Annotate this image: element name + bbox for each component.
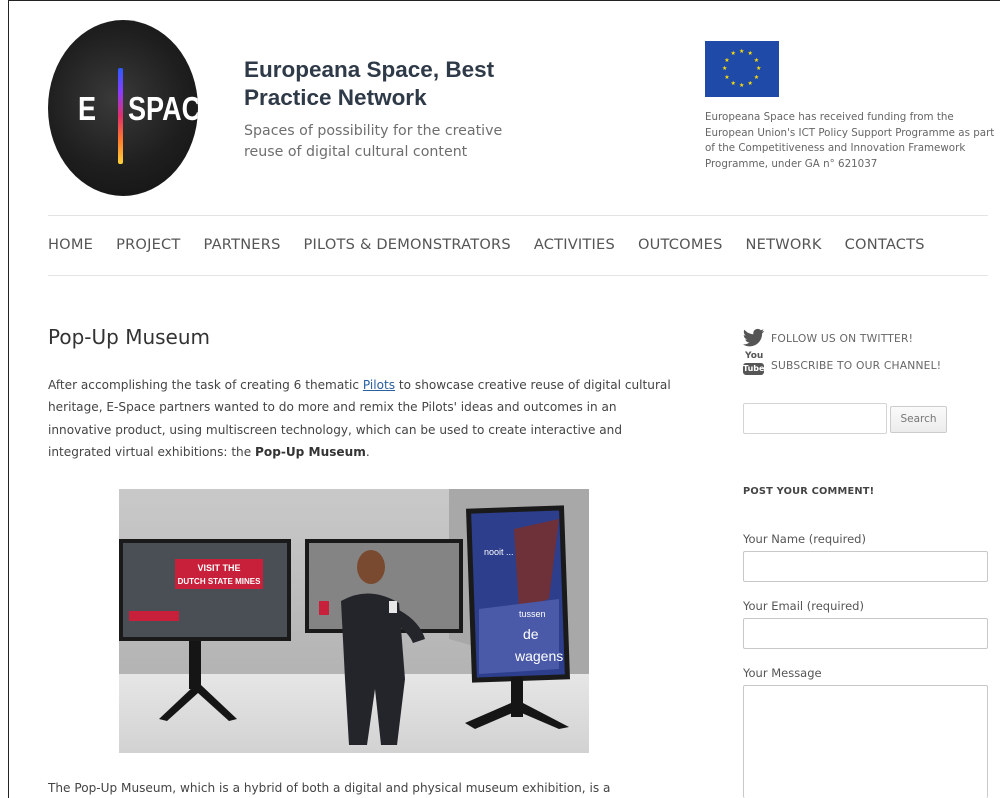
logo-letter: E bbox=[78, 90, 97, 127]
twitter-label: FOLLOW US ON TWITTER! bbox=[771, 331, 914, 345]
body-text-continuation: The Pop-Up Museum, which is a hybrid of … bbox=[48, 781, 611, 795]
search-button[interactable]: Search bbox=[890, 406, 947, 433]
page-title: Pop-Up Museum bbox=[48, 325, 211, 349]
youtube-icon: You Tube bbox=[743, 352, 765, 378]
intro-text-start: After accomplishing the task of creating… bbox=[48, 378, 363, 392]
nav-divider-top bbox=[48, 215, 988, 216]
eu-star: ★ bbox=[747, 50, 753, 58]
name-field[interactable] bbox=[743, 551, 988, 582]
nav-item-partners[interactable]: PARTNERS bbox=[204, 236, 281, 258]
email-label: Your Email (required) bbox=[743, 599, 864, 613]
screen-right-word3: de bbox=[523, 626, 539, 642]
nav-item-home[interactable]: HOME bbox=[48, 236, 93, 258]
site-title[interactable]: Europeana Space, Best Practice Network bbox=[244, 56, 544, 112]
eu-star: ★ bbox=[724, 73, 730, 81]
name-label: Your Name (required) bbox=[743, 532, 866, 546]
eu-star: ★ bbox=[730, 50, 736, 58]
screen-right-word2: tussen bbox=[519, 609, 546, 619]
site-tagline: Spaces of possibility for the creative r… bbox=[244, 123, 503, 160]
screen-right-word4: wagens bbox=[514, 648, 563, 664]
eu-star: ★ bbox=[753, 56, 760, 64]
pilots-link[interactable]: Pilots bbox=[363, 378, 395, 392]
nav-item-network[interactable]: NETWORK bbox=[746, 236, 822, 258]
museum-scene-illustration: VISIT THE DUTCH STATE MINES nooit ... tu… bbox=[119, 489, 589, 753]
intro-paragraph: After accomplishing the task of creating… bbox=[48, 374, 674, 464]
espace-logo[interactable]: E SPACE bbox=[48, 20, 198, 196]
nav-divider-bottom bbox=[48, 275, 988, 276]
eu-star: ★ bbox=[753, 73, 760, 81]
nav-item-project[interactable]: PROJECT bbox=[116, 236, 180, 258]
logo-word: SPACE bbox=[128, 90, 198, 127]
eu-star: ★ bbox=[724, 56, 730, 64]
youtube-subscribe[interactable]: You Tube SUBSCRIBE TO OUR CHANNEL! bbox=[743, 352, 941, 378]
intro-text-end: . bbox=[365, 445, 370, 460]
comment-heading: POST YOUR COMMENT! bbox=[743, 486, 875, 497]
pop-up-museum-image: VISIT THE DUTCH STATE MINES nooit ... tu… bbox=[119, 489, 589, 753]
nav-item-contacts[interactable]: CONTACTS bbox=[845, 236, 925, 258]
twitter-icon bbox=[743, 328, 765, 347]
eu-star: ★ bbox=[730, 79, 736, 87]
email-field[interactable] bbox=[743, 618, 988, 649]
main-navigation: HOME PROJECT PARTNERS PILOTS & DEMONSTRA… bbox=[48, 236, 948, 258]
youtube-label: SUBSCRIBE TO OUR CHANNEL! bbox=[771, 358, 942, 372]
nav-item-pilots-demonstrators[interactable]: PILOTS & DEMONSTRATORS bbox=[304, 236, 511, 258]
search-input[interactable] bbox=[743, 403, 887, 434]
eu-star: ★ bbox=[739, 48, 745, 55]
screen-left-line2: DUTCH STATE MINES bbox=[178, 577, 261, 586]
eu-flag-icon: ★ ★ ★ ★ ★ ★ ★ ★ ★ ★ ★ ★ bbox=[705, 41, 779, 97]
nav-item-outcomes[interactable]: OUTCOMES bbox=[638, 236, 723, 258]
twitter-follow[interactable]: FOLLOW US ON TWITTER! bbox=[743, 328, 913, 348]
eu-star: ★ bbox=[747, 79, 753, 87]
youtube-icon-you: You bbox=[745, 351, 764, 361]
nav-item-activities[interactable]: ACTIVITIES bbox=[534, 236, 615, 258]
eu-star: ★ bbox=[756, 65, 762, 72]
youtube-icon-tube: Tube bbox=[743, 363, 765, 375]
eu-star: ★ bbox=[739, 82, 745, 89]
message-textarea[interactable] bbox=[743, 685, 988, 798]
screen-right-word1: nooit ... bbox=[484, 547, 514, 557]
message-label: Your Message bbox=[743, 666, 822, 680]
eu-funding-notice: Europeana Space has received funding fro… bbox=[705, 111, 995, 170]
screen-left-line1: VISIT THE bbox=[197, 563, 240, 573]
eu-star: ★ bbox=[722, 65, 728, 72]
intro-bold-text: Pop-Up Museum bbox=[255, 445, 366, 460]
logo-color-bar bbox=[118, 68, 123, 164]
